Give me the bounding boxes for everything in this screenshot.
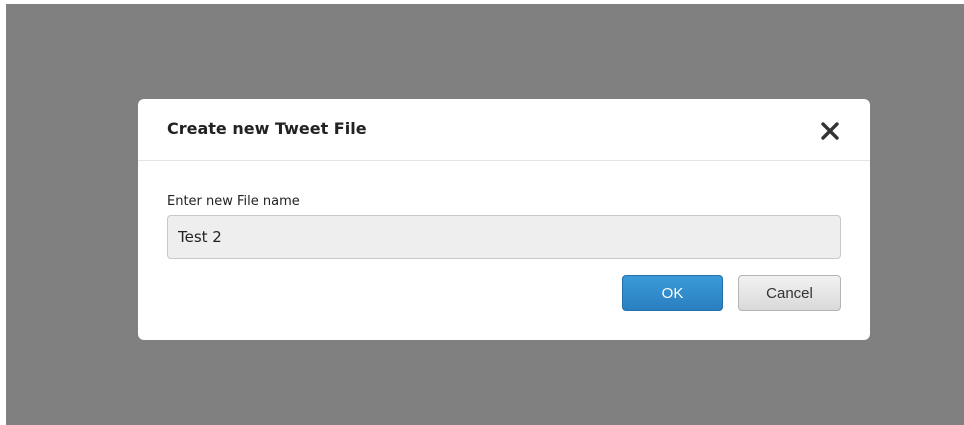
ok-button[interactable]: OK [622, 275, 723, 311]
cancel-button[interactable]: Cancel [738, 275, 841, 311]
dialog-header: Create new Tweet File [138, 99, 870, 161]
close-icon[interactable] [818, 119, 842, 143]
dialog-title: Create new Tweet File [167, 119, 367, 138]
create-tweet-file-dialog: Create new Tweet File Enter new File nam… [138, 99, 870, 340]
file-name-label: Enter new File name [167, 194, 300, 209]
file-name-input[interactable] [167, 215, 841, 259]
